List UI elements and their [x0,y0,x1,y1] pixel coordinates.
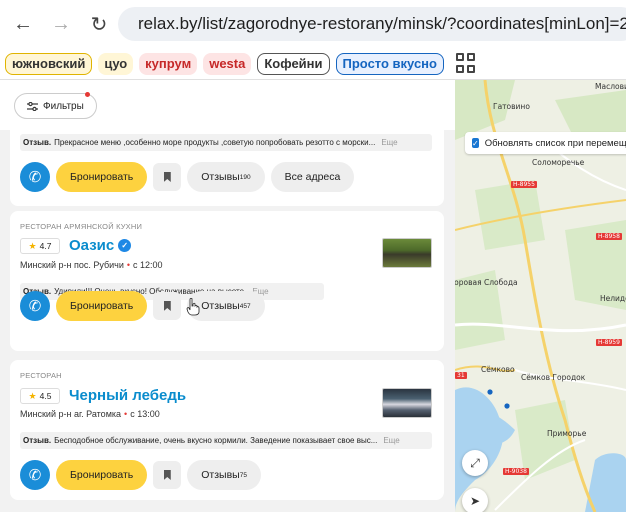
reviews-button[interactable]: Отзывы 75 [187,460,261,490]
locate-me-icon[interactable]: ➤ [462,488,488,512]
forward-icon[interactable]: → [42,5,80,43]
verified-icon: ✓ [118,239,132,252]
road-sign: Н-8958 [596,233,622,240]
book-button[interactable]: Бронировать [56,460,148,490]
call-button[interactable]: ✆ [20,460,50,490]
map-label: Сёмков Городок [521,373,586,382]
road-sign: Н-9038 [503,468,529,475]
restaurant-card[interactable]: Отзыв. Прекрасное меню ,особенно море про… [10,130,444,206]
filter-active-dot [84,92,90,97]
call-button[interactable]: ✆ [20,162,50,192]
url-text: relax.by/list/zagorodnye-restorany/minsk… [138,14,626,33]
chip-tab-3[interactable]: westa [203,52,252,75]
browser-toolbar: ← → ↻ relax.by/list/zagorodnye-restorany… [0,0,626,48]
road-sign: Н-8955 [511,181,537,188]
reviews-button[interactable]: Отзывы 190 [187,162,265,192]
star-icon: ★ [28,240,37,251]
map-label: Боровая Слобода [455,278,518,287]
filters-button[interactable]: Фильтры [14,92,97,119]
map-label: Приморье [547,429,587,438]
chip-tab-0[interactable]: южновский [5,52,93,75]
apps-grid-icon[interactable] [455,52,478,75]
bookmark-icon [163,172,171,182]
more-link[interactable]: Еще [383,436,399,445]
restaurant-card[interactable]: РЕСТОРАН АРМЯНСКОЙ КУХНИ ★ 4.7 Оазис ✓ Мин… [10,211,444,351]
all-addresses-button[interactable]: Все адреса [270,162,355,192]
expand-map-icon[interactable]: ⤢ [462,450,488,476]
road-sign: Н-8959 [596,339,622,346]
restaurant-photo[interactable] [382,388,432,418]
road-sign: 31 [455,372,467,379]
reload-icon[interactable]: ↻ [80,5,118,43]
filter-bar: Фильтры [0,80,455,130]
filters-label: Фильтры [43,100,84,112]
chip-tab-1[interactable]: цуо [98,52,134,75]
map-label: Соломоречье [532,158,585,167]
bookmark-button[interactable] [153,292,182,320]
review-snippet: Отзыв. Бесподобное обслуживание, очень вк… [20,432,432,449]
phone-icon: ✆ [28,298,42,315]
restaurant-card[interactable]: РЕСТОРАН ★ 4.5 Черный лебедь Минский р-н … [10,360,444,500]
chip-tab-2[interactable]: купрум [139,52,198,75]
more-link[interactable]: Еще [381,138,397,147]
map[interactable]: ✓ Обновлять список при перемещении Масло… [455,80,626,512]
restaurant-title[interactable]: Черный лебедь [69,387,186,404]
update-on-move-checkbox[interactable]: ✓ Обновлять список при перемещении [465,132,626,154]
call-button[interactable]: ✆ [20,291,50,321]
address-bar[interactable]: relax.by/list/zagorodnye-restorany/minsk… [118,7,626,41]
book-button[interactable]: Бронировать [56,291,148,321]
phone-icon: ✆ [28,467,42,484]
map-label: Нелидо [600,294,626,303]
chip-tab-5[interactable]: Просто вкусно [335,52,444,75]
back-icon[interactable]: ← [4,5,42,43]
category-chips-bar: южновский цуо купрум westa Кофейни Прост… [0,48,626,80]
review-snippet: Отзыв. Прекрасное меню ,особенно море про… [20,134,432,151]
hand-cursor-icon [186,298,200,316]
restaurant-location: Минский р-н пос. Рубичи • с 12:00 [20,260,163,270]
restaurant-type: РЕСТОРАН [20,371,62,380]
map-label: Сёмково [481,365,515,374]
book-button[interactable]: Бронировать [56,162,148,192]
rating-badge: ★ 4.7 [20,238,60,254]
map-label: Гатовино [493,102,530,111]
bookmark-button[interactable] [153,163,182,191]
chip-tab-4[interactable]: Кофейни [257,52,330,75]
phone-icon: ✆ [28,169,42,186]
star-icon: ★ [28,390,37,401]
restaurant-title[interactable]: Оазис ✓ [69,237,132,254]
rating-badge: ★ 4.5 [20,388,60,404]
bookmark-icon [163,301,171,311]
restaurant-location: Минский р-н аг. Ратомка • с 13:00 [20,409,160,419]
restaurant-photo[interactable] [382,238,432,268]
bookmark-button[interactable] [153,461,182,489]
sliders-icon [27,101,38,111]
results-list: Фильтры Отзыв. Прекрасное меню ,особенно … [0,80,455,512]
map-label: Масловичи [595,82,626,91]
checkbox-checked-icon: ✓ [472,138,479,148]
bookmark-icon [163,470,171,480]
restaurant-type: РЕСТОРАН АРМЯНСКОЙ КУХНИ [20,222,143,231]
